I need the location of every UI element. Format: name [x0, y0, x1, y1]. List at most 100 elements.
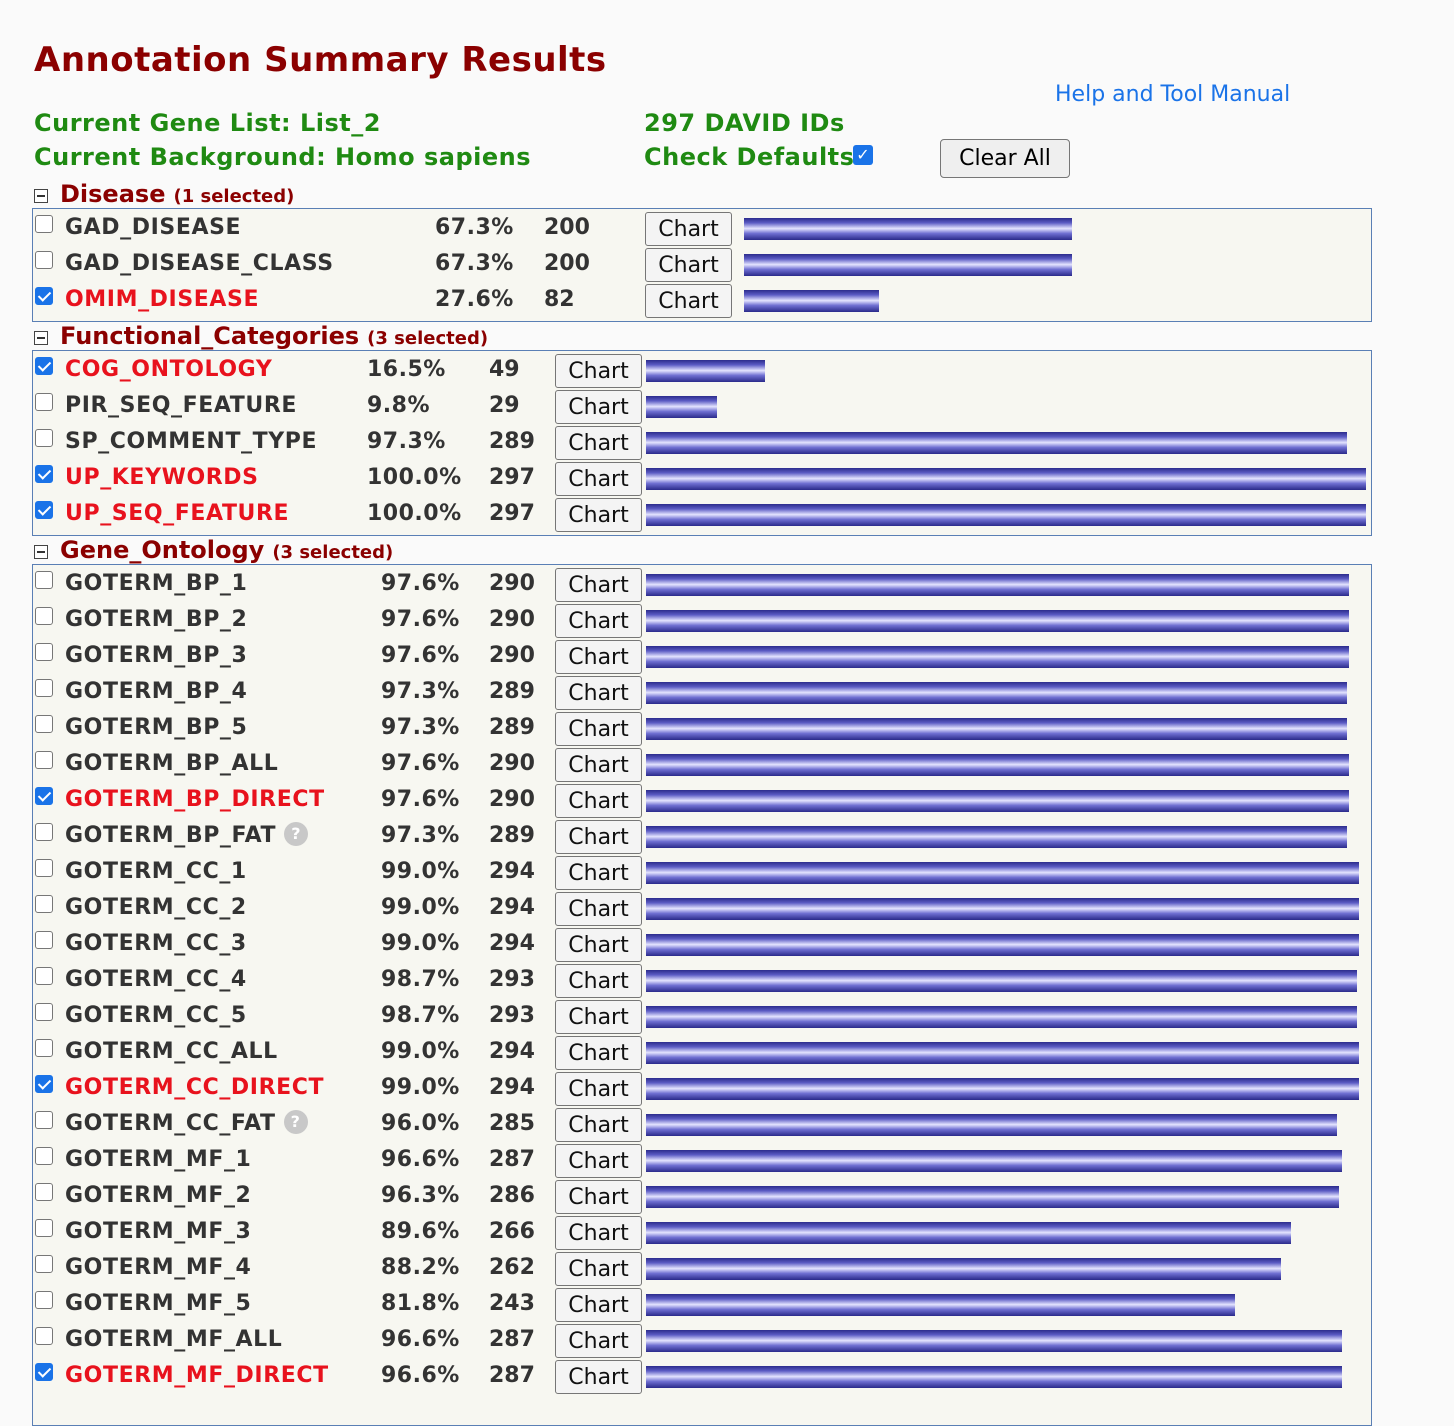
annotation-percent: 67.3% [435, 251, 514, 276]
annotation-checkbox[interactable] [35, 751, 53, 769]
chart-button[interactable]: Chart [555, 964, 642, 998]
annotation-checkbox[interactable] [35, 251, 53, 269]
annotation-checkbox[interactable] [35, 607, 53, 625]
chart-button[interactable]: Chart [555, 1144, 642, 1178]
annotation-percent: 97.6% [381, 751, 460, 776]
chart-button[interactable]: Chart [555, 498, 642, 532]
annotation-checkbox[interactable] [35, 1363, 53, 1381]
annotation-checkbox[interactable] [35, 571, 53, 589]
annotation-percent: 97.3% [367, 429, 446, 454]
annotation-checkbox[interactable] [35, 715, 53, 733]
annotation-checkbox[interactable] [35, 787, 53, 805]
annotation-checkbox[interactable] [35, 823, 53, 841]
annotation-checkbox[interactable] [35, 1039, 53, 1057]
annotation-checkbox[interactable] [35, 931, 53, 949]
section-header-disease[interactable]: Disease (1 selected) [34, 180, 294, 208]
annotation-checkbox[interactable] [35, 465, 53, 483]
chart-button[interactable]: Chart [555, 928, 642, 962]
chart-button[interactable]: Chart [555, 1036, 642, 1070]
annotation-checkbox[interactable] [35, 967, 53, 985]
collapse-icon[interactable] [34, 189, 48, 203]
annotation-percent: 97.3% [381, 823, 460, 848]
chart-button[interactable]: Chart [555, 1360, 642, 1394]
question-mark-icon[interactable]: ? [283, 1110, 308, 1134]
chart-button[interactable]: Chart [555, 820, 642, 854]
chart-button[interactable]: Chart [555, 1000, 642, 1034]
annotation-checkbox[interactable] [35, 679, 53, 697]
annotation-checkbox[interactable] [35, 1147, 53, 1165]
annotation-percent: 97.6% [381, 571, 460, 596]
chart-button[interactable]: Chart [555, 712, 642, 746]
chart-button[interactable]: Chart [555, 892, 642, 926]
annotation-checkbox[interactable] [35, 1111, 53, 1129]
chart-button[interactable]: Chart [645, 284, 732, 318]
annotation-row: UP_KEYWORDS 100.0% 297 Chart [33, 462, 1371, 498]
chart-button[interactable]: Chart [555, 784, 642, 818]
help-link[interactable]: Help and Tool Manual [1055, 82, 1290, 107]
annotation-name-text: GOTERM_BP_4 [65, 679, 248, 704]
chart-button[interactable]: Chart [555, 856, 642, 890]
annotation-checkbox[interactable] [35, 1219, 53, 1237]
collapse-icon[interactable] [34, 545, 48, 559]
section-header-functional_categories[interactable]: Functional_Categories (3 selected) [34, 322, 488, 350]
clear-all-button[interactable]: Clear All [940, 139, 1070, 178]
check-defaults-checkbox[interactable]: ✓ [853, 145, 873, 165]
chart-button[interactable]: Chart [555, 426, 642, 460]
chart-button[interactable]: Chart [555, 1324, 642, 1358]
annotation-count: 243 [489, 1291, 535, 1316]
annotation-count: 49 [489, 357, 520, 382]
chart-button[interactable]: Chart [555, 390, 642, 424]
collapse-icon[interactable] [34, 331, 48, 345]
annotation-name: GAD_DISEASE [65, 215, 241, 240]
chart-button[interactable]: Chart [555, 676, 642, 710]
chart-button[interactable]: Chart [555, 354, 642, 388]
annotation-name: SP_COMMENT_TYPE [65, 429, 317, 454]
annotation-checkbox[interactable] [35, 393, 53, 411]
annotation-checkbox[interactable] [35, 287, 53, 305]
annotation-count: 290 [489, 751, 535, 776]
chart-button[interactable]: Chart [645, 212, 732, 246]
chart-button[interactable]: Chart [555, 568, 642, 602]
section-selected-count: (3 selected) [367, 328, 489, 349]
annotation-checkbox[interactable] [35, 215, 53, 233]
annotation-name: GOTERM_MF_3 [65, 1219, 251, 1244]
annotation-name: GOTERM_MF_DIRECT [65, 1363, 329, 1388]
annotation-checkbox[interactable] [35, 429, 53, 447]
annotation-name-text: GOTERM_BP_ALL [65, 751, 279, 776]
question-mark-icon[interactable]: ? [284, 822, 309, 846]
chart-button[interactable]: Chart [555, 1216, 642, 1250]
chart-button[interactable]: Chart [555, 604, 642, 638]
annotation-checkbox[interactable] [35, 1291, 53, 1309]
annotation-checkbox[interactable] [35, 1327, 53, 1345]
chart-button[interactable]: Chart [555, 1072, 642, 1106]
chart-button[interactable]: Chart [555, 1288, 642, 1322]
chart-button[interactable]: Chart [555, 1180, 642, 1214]
percentage-bar [646, 1222, 1291, 1244]
chart-button[interactable]: Chart [555, 748, 642, 782]
annotation-name: GOTERM_BP_5 [65, 715, 247, 740]
percentage-bar [646, 504, 1366, 526]
annotation-checkbox[interactable] [35, 859, 53, 877]
annotation-checkbox[interactable] [35, 643, 53, 661]
annotation-checkbox[interactable] [35, 501, 53, 519]
section-header-gene_ontology[interactable]: Gene_Ontology (3 selected) [34, 536, 393, 564]
annotation-name-text: GOTERM_BP_5 [65, 715, 248, 740]
chart-button[interactable]: Chart [555, 640, 642, 674]
annotation-checkbox[interactable] [35, 1183, 53, 1201]
chart-button[interactable]: Chart [555, 462, 642, 496]
annotation-row: OMIM_DISEASE 27.6% 82 Chart [33, 284, 1371, 320]
annotation-checkbox[interactable] [35, 1075, 53, 1093]
annotation-name: GOTERM_MF_ALL [65, 1327, 282, 1352]
annotation-checkbox[interactable] [35, 357, 53, 375]
annotation-count: 293 [489, 1003, 535, 1028]
chart-button[interactable]: Chart [645, 248, 732, 282]
annotation-row: GOTERM_MF_5 81.8% 243 Chart [33, 1288, 1371, 1324]
section-title: Gene_Ontology [60, 536, 265, 564]
annotation-checkbox[interactable] [35, 1003, 53, 1021]
annotation-checkbox[interactable] [35, 1255, 53, 1273]
chart-button[interactable]: Chart [555, 1108, 642, 1142]
annotation-checkbox[interactable] [35, 895, 53, 913]
chart-button[interactable]: Chart [555, 1252, 642, 1286]
annotation-name: GOTERM_BP_DIRECT [65, 787, 325, 812]
annotation-name-text: GOTERM_MF_3 [65, 1219, 252, 1244]
